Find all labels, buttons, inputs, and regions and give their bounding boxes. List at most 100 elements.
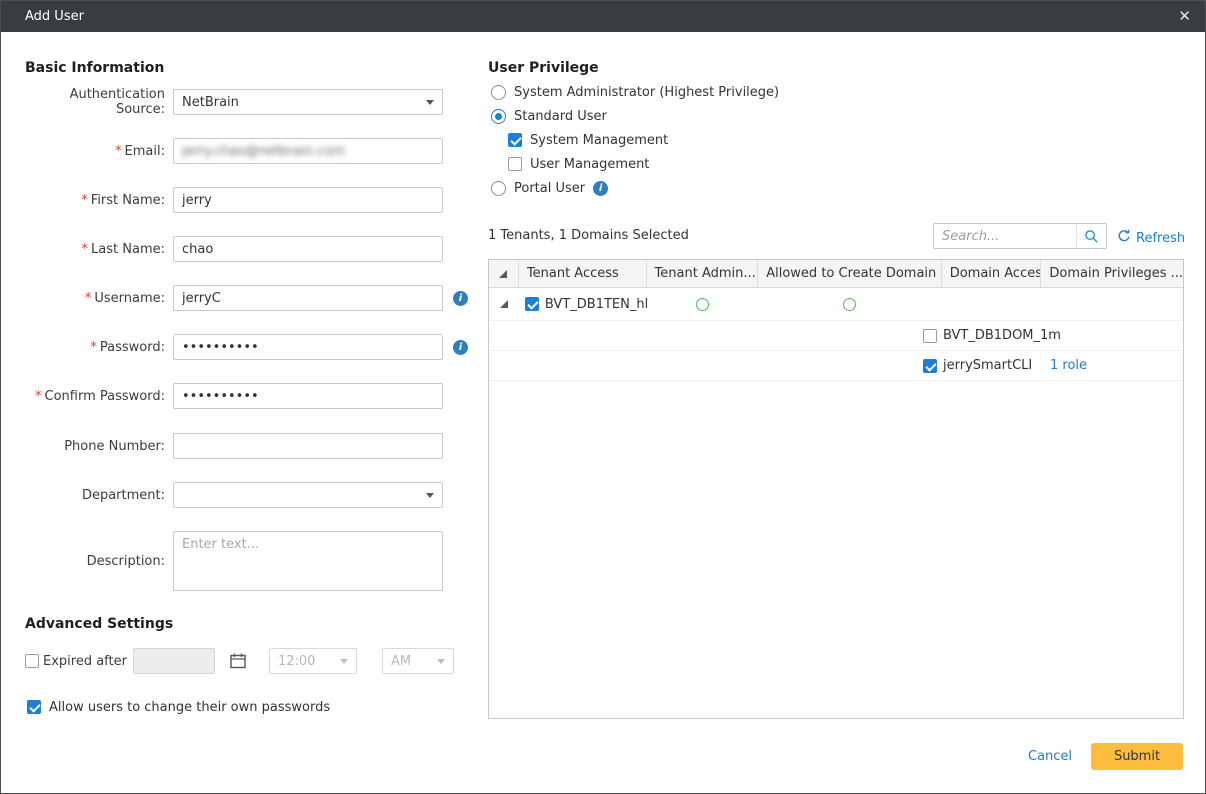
system-administrator-radio[interactable] (491, 85, 506, 100)
standard-user-radio[interactable] (491, 109, 506, 124)
password-row: *Password: i (25, 334, 468, 360)
phone-field[interactable] (173, 433, 443, 459)
refresh-label: Refresh (1136, 231, 1185, 246)
standard-user-label: Standard User (514, 109, 607, 124)
info-icon[interactable]: i (453, 291, 468, 306)
submit-button[interactable]: Submit (1091, 743, 1183, 770)
tenant-admin-cell (647, 288, 759, 320)
first-name-label: *First Name: (25, 193, 173, 208)
last-name-label: *Last Name: (25, 242, 173, 257)
search-input[interactable] (934, 229, 1076, 244)
auth-source-row: Authentication Source: NetBrain (25, 89, 443, 115)
password-field[interactable] (173, 334, 443, 360)
add-user-dialog: Add User ✕ Basic Information Authenticat… (0, 0, 1206, 794)
email-value: jerry.chao@netbrain.com (182, 144, 345, 159)
domain-checkbox[interactable] (923, 329, 937, 343)
tenant-search-box (933, 223, 1107, 249)
description-label: Description: (25, 554, 173, 569)
refresh-icon (1117, 229, 1131, 247)
email-field[interactable]: jerry.chao@netbrain.com (173, 138, 443, 164)
cancel-button[interactable]: Cancel (1028, 749, 1072, 764)
tenant-admin-status-icon[interactable] (696, 298, 709, 311)
advanced-settings-heading: Advanced Settings (25, 616, 173, 632)
domain-privileges-cell (1041, 288, 1183, 320)
domain-access-cell (942, 288, 1042, 320)
expand-icon[interactable] (500, 300, 508, 308)
confirm-password-field[interactable] (173, 383, 443, 409)
confirm-password-row: *Confirm Password: (25, 383, 443, 409)
password-label: *Password: (25, 340, 173, 355)
last-name-field[interactable] (173, 236, 443, 262)
username-label: *Username: (25, 291, 173, 306)
expired-date-field[interactable] (133, 648, 215, 674)
user-management-row: User Management (508, 156, 649, 172)
system-administrator-label: System Administrator (Highest Privilege) (514, 85, 779, 100)
user-management-label: User Management (530, 157, 649, 172)
expired-ampm-select[interactable]: AM (382, 648, 454, 674)
allowed-create-domain-cell (758, 288, 941, 320)
dialog-title: Add User (25, 9, 1178, 24)
user-management-checkbox[interactable] (508, 157, 522, 171)
expired-after-checkbox[interactable] (25, 654, 39, 668)
allow-change-password-label: Allow users to change their own password… (49, 700, 330, 715)
table-row-domain-1: BVT_DB1DOM_1m (489, 321, 1183, 351)
domain-name: BVT_DB1DOM_1m (943, 328, 1061, 343)
table-row-domain-2: jerrySmartCLI 1 role (489, 351, 1183, 381)
username-field[interactable] (173, 285, 443, 311)
required-mark: * (81, 193, 88, 208)
tenant-access-cell: BVT_DB1TEN_hlu5 (519, 288, 647, 320)
required-mark: * (35, 389, 42, 404)
header-tenant-access: Tenant Access (519, 260, 647, 287)
confirm-password-label: *Confirm Password: (25, 389, 173, 404)
domain-access-cell: jerrySmartCLI (923, 358, 1032, 373)
create-domain-status-icon[interactable] (843, 298, 856, 311)
expired-time-select[interactable]: 12:00 (269, 648, 357, 674)
tenant-name: BVT_DB1TEN_hlu5 (545, 297, 647, 312)
tenant-domain-grid: Tenant Access Tenant Admin... Allowed to… (488, 259, 1184, 719)
email-label: *Email: (25, 144, 173, 159)
first-name-field[interactable] (173, 187, 443, 213)
last-name-row: *Last Name: (25, 236, 443, 262)
domain-access-cell: BVT_DB1DOM_1m (923, 328, 1061, 343)
department-select[interactable] (173, 482, 443, 508)
expired-time-value: 12:00 (278, 654, 315, 669)
tenant-checkbox[interactable] (525, 297, 539, 311)
refresh-button[interactable]: Refresh (1117, 229, 1185, 247)
header-tenant-admin: Tenant Admin... (647, 260, 759, 287)
portal-user-label: Portal User (514, 181, 585, 196)
expired-after-row: Expired after 12:00 AM (25, 648, 454, 674)
phone-label: Phone Number: (25, 439, 173, 454)
auth-source-value: NetBrain (182, 95, 239, 110)
calendar-icon[interactable] (229, 652, 247, 670)
role-count-link[interactable]: 1 role (1050, 358, 1087, 373)
expander-cell (489, 288, 519, 320)
system-management-label: System Management (530, 133, 668, 148)
system-management-row: System Management (508, 132, 668, 148)
info-icon[interactable]: i (453, 340, 468, 355)
search-icon[interactable] (1076, 224, 1106, 248)
description-field[interactable] (173, 531, 443, 591)
info-icon[interactable]: i (593, 181, 608, 196)
phone-row: Phone Number: (25, 433, 443, 459)
dialog-titlebar: Add User ✕ (1, 1, 1205, 32)
collapse-icon[interactable] (499, 270, 507, 278)
required-mark: * (90, 340, 97, 355)
selection-summary: 1 Tenants, 1 Domains Selected (488, 228, 689, 243)
header-domain-privileges: Domain Privileges ... (1041, 260, 1183, 287)
chevron-down-icon (340, 659, 348, 664)
radio-portal-user: Portal User i (491, 180, 608, 196)
domain-checkbox[interactable] (923, 359, 937, 373)
portal-user-radio[interactable] (491, 181, 506, 196)
close-icon[interactable]: ✕ (1178, 9, 1191, 24)
required-mark: * (82, 242, 89, 257)
auth-source-select[interactable]: NetBrain (173, 89, 443, 115)
collapse-all-cell (489, 260, 519, 287)
description-row: Description: (25, 531, 443, 591)
system-management-checkbox[interactable] (508, 133, 522, 147)
basic-information-heading: Basic Information (25, 60, 164, 76)
username-row: *Username: i (25, 285, 468, 311)
user-privilege-heading: User Privilege (488, 60, 599, 76)
required-mark: * (85, 291, 92, 306)
radio-system-administrator: System Administrator (Highest Privilege) (491, 84, 779, 100)
allow-change-password-checkbox[interactable] (27, 700, 41, 714)
